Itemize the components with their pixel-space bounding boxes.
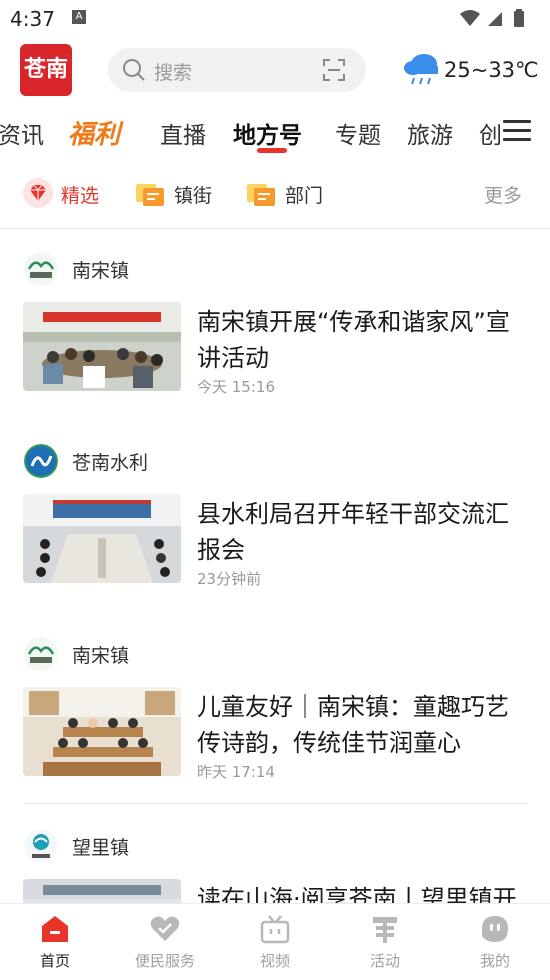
tab-live[interactable]: 直播 — [160, 116, 206, 150]
news-title: 南宋镇开展“传承和谐家风”宣讲活动 — [197, 308, 510, 372]
tab-local-accounts[interactable]: 地方号 — [233, 116, 302, 150]
news-title: 县水利局召开年轻干部交流汇报会 — [197, 500, 509, 564]
rain-cloud-icon — [404, 54, 438, 85]
search-bar[interactable]: 搜索 — [108, 48, 366, 92]
tab-topics[interactable]: 专题 — [335, 116, 381, 150]
weather-widget[interactable]: 25~33℃ — [402, 50, 542, 90]
tab-news[interactable]: 资讯 — [0, 116, 44, 150]
nav-home[interactable]: 首页 — [0, 904, 110, 980]
profile-icon — [482, 916, 508, 942]
tab-create[interactable]: 创 — [479, 116, 502, 150]
search-placeholder: 搜索 — [154, 62, 193, 84]
heart-icon — [150, 916, 180, 941]
activity-icon — [373, 917, 397, 943]
subtab-featured-label: 精选 — [61, 185, 100, 207]
news-time: 23分钟前 — [197, 570, 262, 588]
source-name: 南宋镇 — [72, 260, 130, 282]
tab-travel[interactable]: 旅游 — [407, 116, 453, 150]
search-icon — [123, 59, 145, 81]
nav-profile-label: 我的 — [479, 952, 510, 970]
divider — [0, 228, 550, 229]
source-name: 南宋镇 — [72, 645, 130, 667]
sub-category-bar: 精选 镇街 部门 更多 — [0, 170, 550, 218]
nav-activity[interactable]: 活动 — [330, 904, 440, 980]
tag-icon — [247, 184, 275, 206]
subtab-departments-label: 部门 — [285, 185, 324, 207]
news-time: 今天 15:16 — [197, 378, 275, 396]
nav-services[interactable]: 便民服务 — [110, 904, 220, 980]
card-divider — [24, 803, 528, 804]
nav-home-label: 首页 — [39, 952, 70, 970]
source-logo — [24, 444, 58, 478]
diamond-icon — [23, 178, 53, 208]
tv-icon — [260, 915, 290, 944]
app-logo[interactable]: 苍南 — [20, 44, 72, 96]
news-thumbnail — [23, 687, 181, 776]
status-bar: 4:37 A — [0, 0, 550, 38]
bottom-navigation: 首页 便民服务 视频 活动 我的 — [0, 903, 550, 980]
news-time: 昨天 17:14 — [197, 763, 275, 781]
news-thumbnail — [23, 302, 181, 391]
news-thumbnail — [23, 494, 181, 583]
tag-icon — [136, 184, 164, 206]
tab-welfare[interactable]: 福利 — [68, 114, 120, 151]
source-logo — [24, 829, 58, 863]
source-logo — [24, 637, 58, 671]
notification-icon: A — [72, 10, 86, 24]
scan-icon[interactable] — [322, 58, 346, 82]
news-title: 儿童友好｜南宋镇：童趣巧艺传诗韵，传统佳节润童心 — [197, 693, 509, 757]
more-link[interactable]: 更多 — [484, 181, 522, 208]
status-time: 4:37 — [10, 7, 55, 31]
nav-video-label: 视频 — [259, 952, 290, 970]
home-icon — [42, 916, 68, 942]
nav-video[interactable]: 视频 — [220, 904, 330, 980]
source-logo — [24, 252, 58, 286]
source-name: 望里镇 — [72, 837, 130, 859]
top-bar: 苍南 搜索 25~33℃ — [0, 40, 550, 102]
weather-temperature: 25~33℃ — [444, 58, 539, 82]
channel-menu-icon[interactable] — [503, 120, 531, 142]
nav-profile[interactable]: 我的 — [440, 904, 550, 980]
active-tab-indicator — [257, 148, 287, 153]
nav-activity-label: 活动 — [369, 952, 400, 970]
subtab-towns-label: 镇街 — [174, 185, 213, 207]
system-status-icons — [460, 9, 524, 27]
source-name: 苍南水利 — [72, 452, 149, 474]
nav-services-label: 便民服务 — [134, 952, 195, 970]
